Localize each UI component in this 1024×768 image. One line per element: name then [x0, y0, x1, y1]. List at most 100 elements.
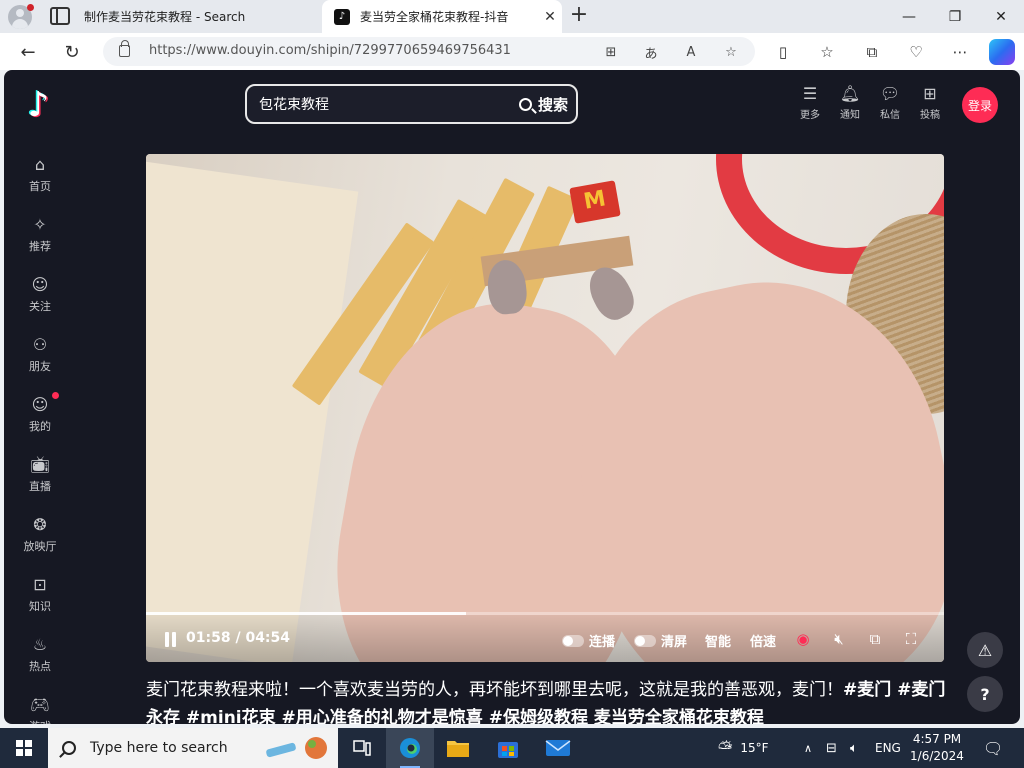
collections-icon[interactable]: ⧉ — [860, 40, 884, 64]
windows-taskbar: Type here to search ⛅︎ 15°F ∧ ⊟ 🔈︎ ENG 4… — [0, 728, 1024, 768]
sidebar-item-live[interactable]: 📺︎ 直播 — [20, 454, 60, 502]
read-aloud-icon[interactable]: A — [681, 42, 701, 62]
tab-title: 制作麦当劳花束教程 - Search — [84, 10, 246, 24]
back-button[interactable]: ← — [15, 39, 41, 65]
video-controls: 01:58 / 04:54 连播 清屏 智能 倍速 ◉ 🔇︎ ⧉ ⛶ — [146, 615, 944, 662]
copilot-icon[interactable] — [989, 39, 1015, 65]
profile-notification-dot — [27, 4, 34, 11]
upload-icon: ⊞ — [923, 84, 937, 103]
sidebar-item-follow[interactable]: ☺ 关注 — [20, 274, 60, 322]
notification-button[interactable]: 🔔︎ 通知 — [830, 84, 870, 124]
split-screen-icon[interactable]: ▯ — [771, 40, 795, 64]
more-button[interactable]: ☰ 更多 — [790, 84, 830, 124]
close-window-button[interactable]: ✕ — [978, 0, 1024, 33]
refresh-button[interactable]: ↻ — [59, 39, 85, 65]
warning-icon: ⚠ — [977, 640, 993, 660]
game-icon: 🎮︎ — [29, 695, 51, 714]
taskbar-search[interactable]: Type here to search — [48, 728, 338, 768]
close-icon[interactable]: ✕ — [538, 9, 562, 25]
video-player[interactable]: M 01:58 / 04:54 连播 清屏 智能 倍速 ◉ 🔇︎ ⧉ ⛶ — [146, 154, 944, 662]
edge-taskbar-icon[interactable] — [386, 728, 434, 768]
url-text[interactable]: https://www.douyin.com/shipin/7299770659… — [149, 43, 511, 58]
notification-center-icon[interactable]: 🗨︎ — [983, 728, 1003, 768]
weather-widget[interactable]: ⛅︎ 15°F — [718, 728, 769, 768]
toggle-icon — [634, 634, 656, 647]
sidebar-item-friends[interactable]: ⚇ 朋友 — [20, 334, 60, 382]
language-indicator[interactable]: ENG — [875, 728, 901, 768]
live-icon: 📺︎ — [29, 455, 51, 474]
tab-title: 麦当劳全家桶花束教程-抖音 — [360, 10, 509, 24]
time-display: 01:58 / 04:54 — [186, 630, 291, 646]
clear-screen-toggle[interactable]: 清屏 — [634, 631, 687, 650]
douyin-logo[interactable]: ♪ ♪ ♪ — [24, 86, 56, 124]
video-description: 麦门花束教程来啦！一个喜欢麦当劳的人，再坏能坏到哪里去呢，这就是我的善恶观，麦门… — [146, 676, 946, 724]
browser-essentials-icon[interactable]: ♡ — [904, 40, 928, 64]
app-available-icon[interactable]: ⊞ — [601, 42, 621, 62]
danmaku-icon[interactable]: ◉ — [793, 629, 813, 649]
search-box: 搜索 — [245, 84, 578, 124]
search-highlight-icon — [266, 737, 327, 759]
browser-toolbar: ← ↻ https://www.douyin.com/shipin/729977… — [0, 33, 1024, 70]
file-explorer-icon[interactable] — [434, 728, 482, 768]
mute-icon[interactable]: 🔇︎ — [829, 629, 849, 649]
search-icon — [62, 741, 76, 755]
mail-icon[interactable] — [534, 728, 582, 768]
new-tab-button[interactable]: + — [567, 4, 591, 28]
search-button-label: 搜索 — [537, 95, 568, 114]
sidebar-item-hot[interactable]: ♨ 热点 — [20, 634, 60, 682]
bell-icon: 🔔︎ — [839, 84, 861, 103]
translate-icon[interactable]: あ — [641, 42, 661, 62]
upload-button[interactable]: ⊞ 投稿 — [910, 84, 950, 124]
sidebar-item-mine[interactable]: ☺ 我的 — [20, 394, 60, 442]
help-icon: ? — [980, 684, 990, 704]
volume-muted-icon[interactable]: 🔈︎ — [850, 728, 858, 768]
windows-start-icon[interactable] — [16, 740, 32, 756]
search-button[interactable]: 搜索 — [518, 93, 568, 115]
sidebar-item-cinema[interactable]: ❂ 放映厅 — [20, 514, 60, 562]
favorite-star-icon[interactable]: ☆ — [721, 42, 741, 62]
task-view-icon[interactable] — [338, 728, 386, 768]
login-button[interactable]: 登录 — [962, 87, 998, 123]
search-input[interactable] — [259, 94, 499, 114]
pause-icon[interactable] — [164, 632, 178, 647]
menu-icon: ☰ — [802, 84, 818, 103]
taskbar-search-placeholder: Type here to search — [90, 740, 228, 756]
favorites-icon[interactable]: ☆ — [815, 40, 839, 64]
show-hidden-icons[interactable]: ∧ — [804, 728, 812, 768]
report-button[interactable]: ⚠ — [967, 632, 1003, 668]
pip-icon[interactable]: ⧉ — [865, 629, 885, 649]
tab-douyin[interactable]: ♪ 麦当劳全家桶花束教程-抖音 ✕ — [322, 0, 562, 33]
address-bar[interactable]: https://www.douyin.com/shipin/7299770659… — [103, 37, 755, 66]
search-icon — [518, 97, 532, 111]
recommend-icon: ✧ — [33, 215, 47, 234]
sidebar-item-game[interactable]: 🎮︎ 游戏 — [20, 694, 60, 724]
sidebar-item-knowledge[interactable]: ⊡ 知识 — [20, 574, 60, 622]
settings-more-icon[interactable]: ⋯ — [948, 40, 972, 64]
restore-button[interactable]: ❐ — [932, 0, 978, 33]
knowledge-icon: ⊡ — [33, 575, 47, 594]
douyin-page: ♪ ♪ ♪ 搜索 ☰ 更多 🔔︎ 通知 💬︎ 私信 ⊞ 投稿 登录 ⌂ 首页 ✧… — [4, 70, 1020, 724]
video-title-link[interactable]: 麦当劳全家桶花束教程 — [588, 708, 764, 724]
lock-icon[interactable] — [119, 40, 130, 57]
help-button[interactable]: ? — [967, 676, 1003, 712]
microsoft-store-icon[interactable] — [484, 728, 532, 768]
sidebar-notification-dot — [52, 392, 59, 399]
autoplay-toggle[interactable]: 连播 — [562, 631, 615, 650]
message-button[interactable]: 💬︎ 私信 — [870, 84, 910, 124]
quality-button[interactable]: 智能 — [705, 631, 731, 650]
tab-search[interactable]: 🔍︎ 制作麦当劳花束教程 - Search — [84, 0, 353, 33]
sidebar-item-home[interactable]: ⌂ 首页 — [20, 154, 60, 202]
friends-icon: ⚇ — [32, 335, 48, 354]
speed-button[interactable]: 倍速 — [750, 631, 776, 650]
sidebar-item-recommend[interactable]: ✧ 推荐 — [20, 214, 60, 262]
minimize-button[interactable]: — — [886, 0, 932, 33]
toggle-icon — [562, 634, 584, 647]
cinema-icon: ❂ — [33, 515, 47, 534]
fullscreen-icon[interactable]: ⛶ — [901, 629, 921, 649]
tab-actions-icon[interactable] — [50, 7, 70, 25]
network-icon[interactable]: ⊟ — [826, 728, 837, 768]
message-icon: 💬︎ — [879, 84, 901, 103]
douyin-icon: ♪ — [334, 8, 350, 25]
home-icon: ⌂ — [34, 155, 46, 174]
taskbar-clock[interactable]: 4:57 PM 1/6/2024 — [904, 731, 970, 765]
